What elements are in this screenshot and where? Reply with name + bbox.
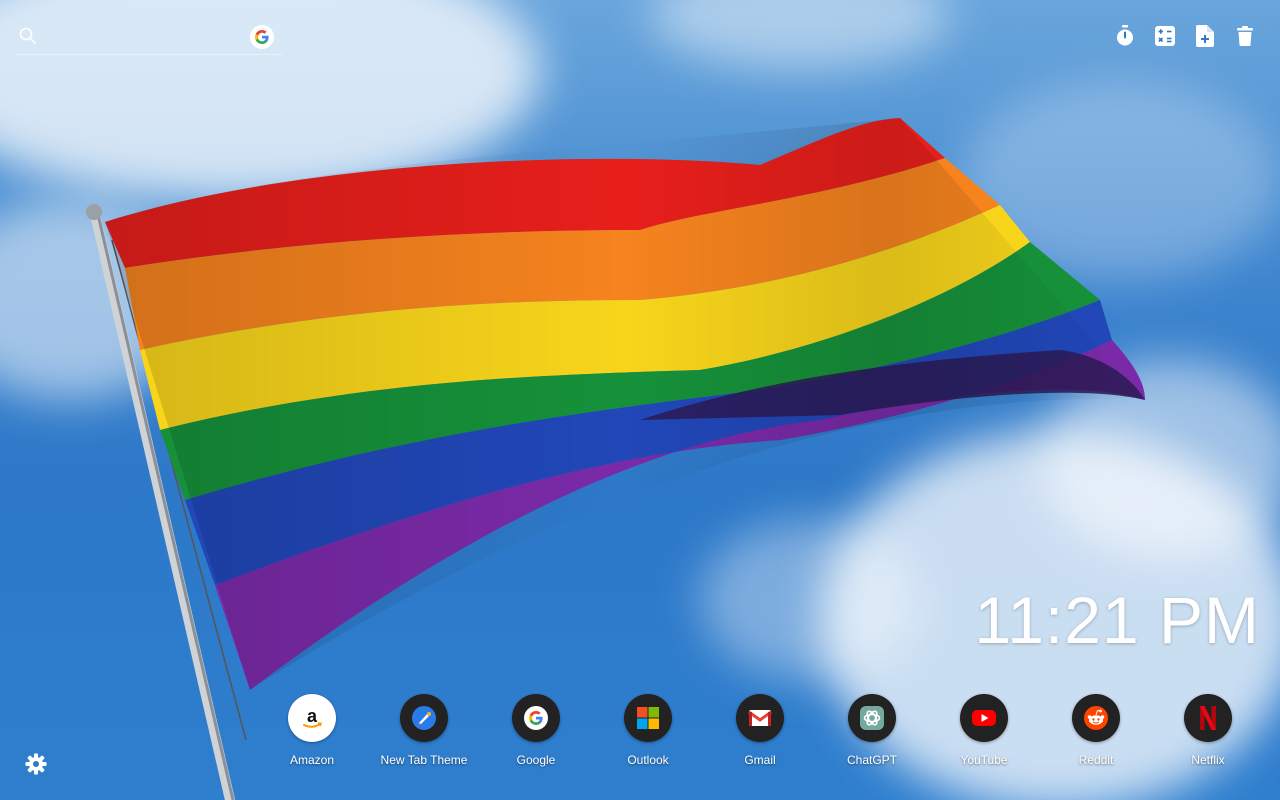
- stopwatch-icon[interactable]: [1114, 25, 1136, 47]
- shortcut-new-tab-theme[interactable]: New Tab Theme: [368, 694, 480, 774]
- shortcut-label: YouTube: [960, 753, 1008, 767]
- amazon-icon: a: [288, 694, 336, 742]
- shortcut-chatgpt[interactable]: ChatGPT: [816, 694, 928, 774]
- shortcut-google[interactable]: Google: [480, 694, 592, 774]
- gear-icon[interactable]: [25, 753, 47, 775]
- search-input[interactable]: [46, 26, 250, 50]
- shortcut-netflix[interactable]: Netflix: [1152, 694, 1264, 774]
- shortcut-youtube[interactable]: YouTube: [928, 694, 1040, 774]
- shortcut-label: Reddit: [1078, 753, 1114, 767]
- new-note-icon[interactable]: [1194, 25, 1216, 47]
- shortcut-label: Netflix: [1191, 753, 1225, 767]
- new-tab-page: 11:21 PM a Amazon New Tab Theme Google O…: [0, 0, 1280, 800]
- youtube-icon: [960, 694, 1008, 742]
- shortcut-label: Gmail: [744, 753, 776, 767]
- netflix-icon: [1184, 694, 1232, 742]
- microsoft-icon: [624, 694, 672, 742]
- clock: 11:21 PM: [974, 583, 1260, 657]
- shortcut-label: Outlook: [627, 753, 669, 767]
- gmail-icon: [736, 694, 784, 742]
- shortcut-label: Amazon: [289, 753, 335, 767]
- shortcut-label: ChatGPT: [846, 753, 897, 767]
- calculator-icon[interactable]: [1154, 25, 1176, 47]
- google-icon: [512, 694, 560, 742]
- shortcut-outlook[interactable]: Outlook: [592, 694, 704, 774]
- trash-icon[interactable]: [1234, 25, 1256, 47]
- shortcuts-dock: a Amazon New Tab Theme Google Outlook Gm…: [256, 694, 1264, 774]
- shortcut-label: New Tab Theme: [380, 753, 468, 767]
- shortcut-amazon[interactable]: a Amazon: [256, 694, 368, 774]
- shortcut-reddit[interactable]: Reddit: [1040, 694, 1152, 774]
- rainbow-flag: [86, 118, 1145, 800]
- search-bar: [16, 22, 282, 55]
- toolbar: [1114, 25, 1256, 47]
- search-icon[interactable]: [18, 26, 38, 46]
- reddit-icon: [1072, 694, 1120, 742]
- google-icon[interactable]: [250, 25, 274, 49]
- shortcut-gmail[interactable]: Gmail: [704, 694, 816, 774]
- chatgpt-icon: [848, 694, 896, 742]
- shortcut-label: Google: [516, 753, 556, 767]
- svg-text:a: a: [307, 706, 318, 726]
- new-tab-theme-icon: [400, 694, 448, 742]
